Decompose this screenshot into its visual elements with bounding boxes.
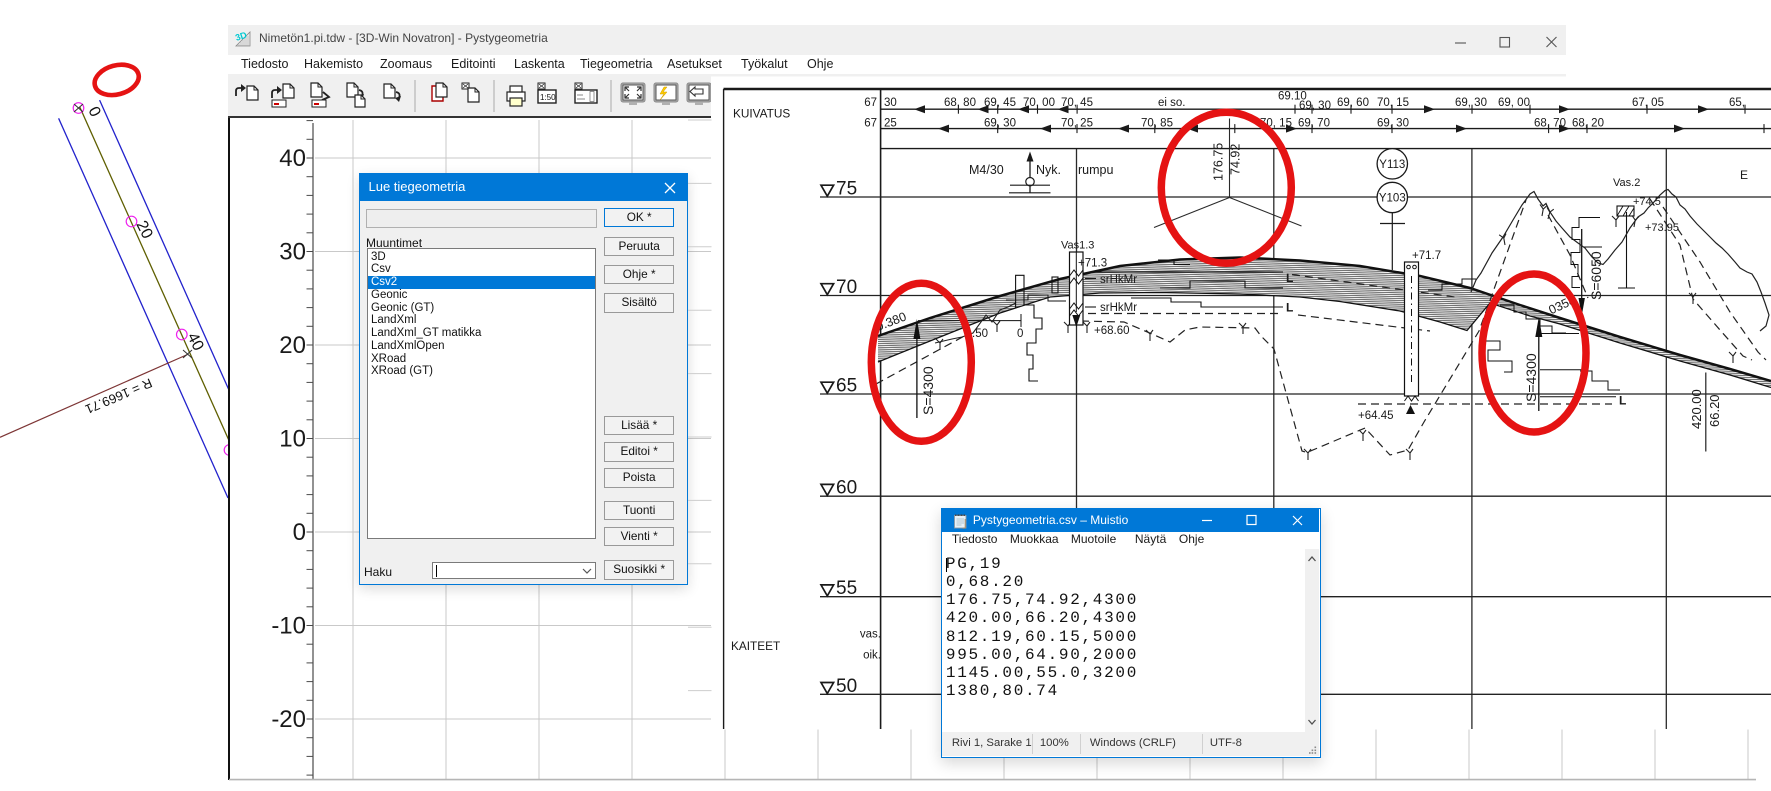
svg-text:+71.3: +71.3 [1078, 258, 1107, 270]
svg-text:L: L [1286, 301, 1293, 315]
svg-text:Y113: Y113 [1379, 159, 1405, 171]
svg-text:69, 30: 69, 30 [1377, 118, 1409, 130]
svg-text:oik.: oik. [863, 650, 881, 662]
svg-text:L: L [1619, 394, 1626, 408]
svg-text:65: 65 [836, 376, 857, 397]
svg-text:S=4300: S=4300 [1523, 353, 1539, 402]
svg-text:176.75: 176.75 [1212, 143, 1226, 181]
svg-text:KAITEET: KAITEET [731, 639, 780, 653]
svg-text:srHkMr: srHkMr [1100, 302, 1137, 314]
svg-text:+71.7: +71.7 [1412, 250, 1441, 262]
svg-text:Nyk.: Nyk. [1036, 163, 1061, 177]
svg-text:69, 60: 69, 60 [1337, 97, 1369, 109]
svg-text:vas.: vas. [860, 629, 881, 641]
svg-text:KUIVATUS: KUIVATUS [733, 107, 790, 121]
svg-text:68, 80: 68, 80 [944, 97, 976, 109]
svg-text:E: E [1740, 168, 1748, 182]
svg-text:69, 30: 69, 30 [1299, 100, 1331, 112]
svg-text:69, 30: 69, 30 [984, 118, 1016, 130]
svg-text:67: 67 [864, 118, 877, 130]
svg-text:420.00: 420.00 [1689, 389, 1704, 429]
svg-text:65,: 65, [1729, 97, 1745, 109]
svg-text:67, 05: 67, 05 [1632, 97, 1664, 109]
svg-text:+74.5: +74.5 [1633, 196, 1661, 208]
svg-text:S=4300: S=4300 [920, 366, 936, 415]
svg-text:+73.95: +73.95 [1645, 222, 1679, 234]
svg-text:55: 55 [836, 578, 857, 599]
svg-text:66.20: 66.20 [1707, 394, 1722, 427]
svg-text:69, 70: 69, 70 [1298, 118, 1330, 130]
svg-text:Vas.2: Vas.2 [1613, 177, 1640, 189]
svg-text:75: 75 [836, 179, 857, 200]
svg-text:ei so.: ei so. [1158, 97, 1186, 109]
svg-text:30: 30 [884, 97, 897, 109]
svg-text:70: 70 [836, 277, 857, 298]
svg-text:srHkMr: srHkMr [1100, 274, 1137, 286]
svg-text:69, 30: 69, 30 [1455, 97, 1487, 109]
svg-text:68, 20: 68, 20 [1572, 118, 1604, 130]
svg-text:+68.60: +68.60 [1094, 325, 1130, 337]
svg-text:25: 25 [884, 118, 897, 130]
svg-text:L: L [1286, 271, 1293, 285]
svg-text:Y103: Y103 [1379, 193, 1406, 205]
svg-text:+64.45: +64.45 [1358, 410, 1394, 422]
svg-text:Vas1.3: Vas1.3 [1061, 240, 1094, 252]
svg-text:67: 67 [864, 97, 877, 109]
svg-text:69, 00: 69, 00 [1498, 97, 1530, 109]
svg-text:60: 60 [836, 478, 857, 499]
svg-text:70, 15: 70, 15 [1377, 97, 1409, 109]
svg-text:rumpu: rumpu [1078, 163, 1113, 177]
svg-text:.50: .50 [972, 328, 988, 340]
svg-text:0: 0 [1017, 328, 1023, 340]
svg-text:50: 50 [836, 676, 857, 697]
svg-text:74.92: 74.92 [1229, 144, 1243, 175]
svg-text:69, 45: 69, 45 [984, 97, 1016, 109]
svg-text:M4/30: M4/30 [969, 163, 1004, 177]
svg-text:70, 85: 70, 85 [1141, 118, 1173, 130]
svg-text:S=6050: S=6050 [1588, 251, 1604, 300]
